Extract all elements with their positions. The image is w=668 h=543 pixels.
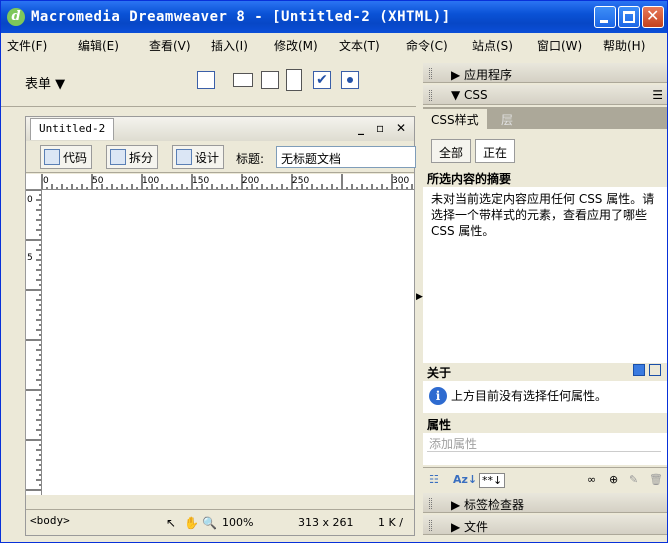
panel-header-tag-inspector[interactable]: ▶ 标签检查器: [423, 493, 667, 513]
menu-text[interactable]: 文本(T): [339, 37, 380, 54]
document-tab[interactable]: Untitled-2: [30, 118, 115, 140]
ruler-h-label: 0: [43, 176, 49, 186]
about-view-icon-2[interactable]: [649, 364, 661, 376]
current-mode-button[interactable]: 正在: [475, 139, 516, 163]
form-icon[interactable]: [197, 71, 215, 89]
tag-selector[interactable]: <body>: [30, 514, 70, 527]
grip-icon: [429, 90, 432, 101]
tab-layers[interactable]: 层: [493, 109, 521, 129]
ruler-h-label: 50: [92, 176, 104, 186]
ruler-h-label: 200: [242, 176, 259, 186]
panel-group: ▶ 应用程序 ▼ CSS ☰ CSS样式 层 全部 正在 所选内容的摘要 未对当…: [423, 57, 667, 541]
tab-css-styles[interactable]: CSS样式: [423, 109, 487, 129]
panel-header-application[interactable]: ▶ 应用程序: [423, 63, 667, 83]
hand-tool-icon[interactable]: ✋: [184, 516, 199, 530]
dreamweaver-app-icon: d: [7, 8, 25, 26]
menu-insert[interactable]: 插入(I): [211, 37, 248, 54]
about-title: 关于: [427, 366, 452, 380]
textarea-icon[interactable]: [286, 69, 302, 91]
file-size-label: 1 K /: [378, 516, 403, 529]
title-bar[interactable]: d Macromedia Dreamweaver 8 - [Untitled-2…: [1, 1, 667, 33]
grip-icon: [429, 520, 432, 531]
attach-stylesheet-icon[interactable]: ∞: [587, 473, 596, 486]
about-view-icon[interactable]: [633, 364, 645, 376]
properties-title: 属性: [427, 418, 452, 432]
ruler-v-label: 5: [27, 253, 33, 263]
pointer-tool-icon[interactable]: ↖: [166, 516, 176, 530]
panel-header-css[interactable]: ▼ CSS ☰: [423, 85, 667, 105]
radio-button-icon[interactable]: [341, 71, 359, 89]
window-size-select[interactable]: 313 x 261: [298, 516, 354, 529]
grip-icon: [429, 68, 432, 79]
delete-rule-icon[interactable]: 🗑: [649, 473, 663, 486]
window-title: Macromedia Dreamweaver 8 - [Untitled-2 (…: [31, 9, 451, 25]
zoom-select[interactable]: 100%: [222, 516, 253, 529]
menu-window[interactable]: 窗口(W): [537, 37, 582, 54]
ruler-h-label: 150: [192, 176, 209, 186]
document-window: Untitled-2 _ ▫ ✕ 代码 拆分 设计 标题: 无标题文档 0 50…: [25, 116, 416, 536]
category-view-icon[interactable]: ☷: [429, 473, 439, 486]
status-bar: <body> ↖ ✋ 🔍 100% 313 x 261 1 K /: [26, 509, 414, 535]
document-toolbar: 代码 拆分 设计 标题: 无标题文档: [26, 141, 416, 173]
menu-site[interactable]: 站点(S): [472, 37, 513, 54]
doc-close-icon[interactable]: ✕: [396, 121, 406, 135]
ruler-h-label: 250: [292, 176, 309, 186]
ruler-h-label: 100: [142, 176, 159, 186]
zoom-tool-icon[interactable]: 🔍: [202, 516, 217, 530]
vertical-ruler: 0 5: [26, 190, 42, 495]
doc-minimize-icon[interactable]: _: [358, 121, 364, 135]
summary-text: 未对当前选定内容应用任何 CSS 属性。请选择一个带样式的元素，查看应用了哪些 …: [431, 192, 655, 238]
grip-icon: [429, 498, 432, 509]
edit-rule-icon[interactable]: ✎: [629, 473, 638, 486]
properties-toolbar: ☷ Az↓ **↓ ∞ ⊕ ✎ 🗑: [423, 467, 667, 491]
app-window: d Macromedia Dreamweaver 8 - [Untitled-2…: [0, 0, 668, 543]
menu-edit[interactable]: 编辑(E): [78, 37, 119, 54]
add-property-link[interactable]: 添加属性: [427, 434, 661, 452]
ruler-v-label: 0: [27, 195, 33, 205]
code-view-icon: [44, 149, 60, 165]
horizontal-ruler-ticks: 0 50 100 150 200 250 300: [41, 174, 413, 189]
menu-commands[interactable]: 命令(C): [406, 37, 448, 54]
panel-splitter[interactable]: ▶: [416, 57, 423, 537]
panel-options-icon[interactable]: ☰: [652, 88, 663, 102]
menu-help[interactable]: 帮助(H): [603, 37, 645, 54]
set-properties-icon[interactable]: **↓: [479, 473, 506, 488]
page-title-label: 标题:: [236, 152, 265, 166]
design-canvas[interactable]: [42, 190, 414, 495]
info-icon: i: [429, 387, 447, 405]
page-title-input[interactable]: 无标题文档: [276, 146, 416, 168]
split-view-button[interactable]: 拆分: [106, 145, 159, 169]
menu-file[interactable]: 文件(F): [7, 37, 47, 54]
new-rule-icon[interactable]: ⊕: [609, 473, 618, 486]
vertical-ruler-ticks: 0 5: [26, 190, 41, 491]
split-view-icon: [110, 149, 126, 165]
menu-view[interactable]: 查看(V): [149, 37, 191, 54]
horizontal-ruler: 0 50 100 150 200 250 300: [26, 174, 414, 190]
css-tabs: CSS样式 层: [423, 107, 667, 129]
text-field-icon[interactable]: [233, 73, 253, 87]
menu-bar: 文件(F) 编辑(E) 查看(V) 插入(I) 修改(M) 文本(T) 命令(C…: [1, 33, 667, 55]
code-view-button[interactable]: 代码: [40, 145, 93, 169]
design-view-button[interactable]: 设计: [172, 145, 225, 169]
maximize-button[interactable]: [618, 6, 640, 28]
document-tab-bar: Untitled-2 _ ▫ ✕: [26, 117, 414, 141]
minimize-button[interactable]: [594, 6, 616, 28]
all-mode-button[interactable]: 全部: [431, 139, 472, 163]
close-button[interactable]: ✕: [642, 6, 664, 28]
collapse-arrow-icon[interactable]: ▶: [416, 292, 423, 302]
insert-category-dropdown[interactable]: 表单 ▼: [25, 73, 65, 92]
checkbox-icon[interactable]: ✔: [313, 71, 331, 89]
alpha-sort-icon[interactable]: Az↓: [453, 473, 477, 486]
hidden-field-icon[interactable]: [261, 71, 279, 89]
doc-restore-icon[interactable]: ▫: [376, 121, 384, 135]
panel-header-files[interactable]: ▶ 文件: [423, 515, 667, 535]
ruler-h-label: 300: [392, 176, 409, 186]
summary-title: 所选内容的摘要: [423, 169, 667, 187]
design-view-icon: [176, 149, 192, 165]
menu-modify[interactable]: 修改(M): [274, 37, 318, 54]
about-text: 上方目前没有选择任何属性。: [451, 389, 608, 403]
